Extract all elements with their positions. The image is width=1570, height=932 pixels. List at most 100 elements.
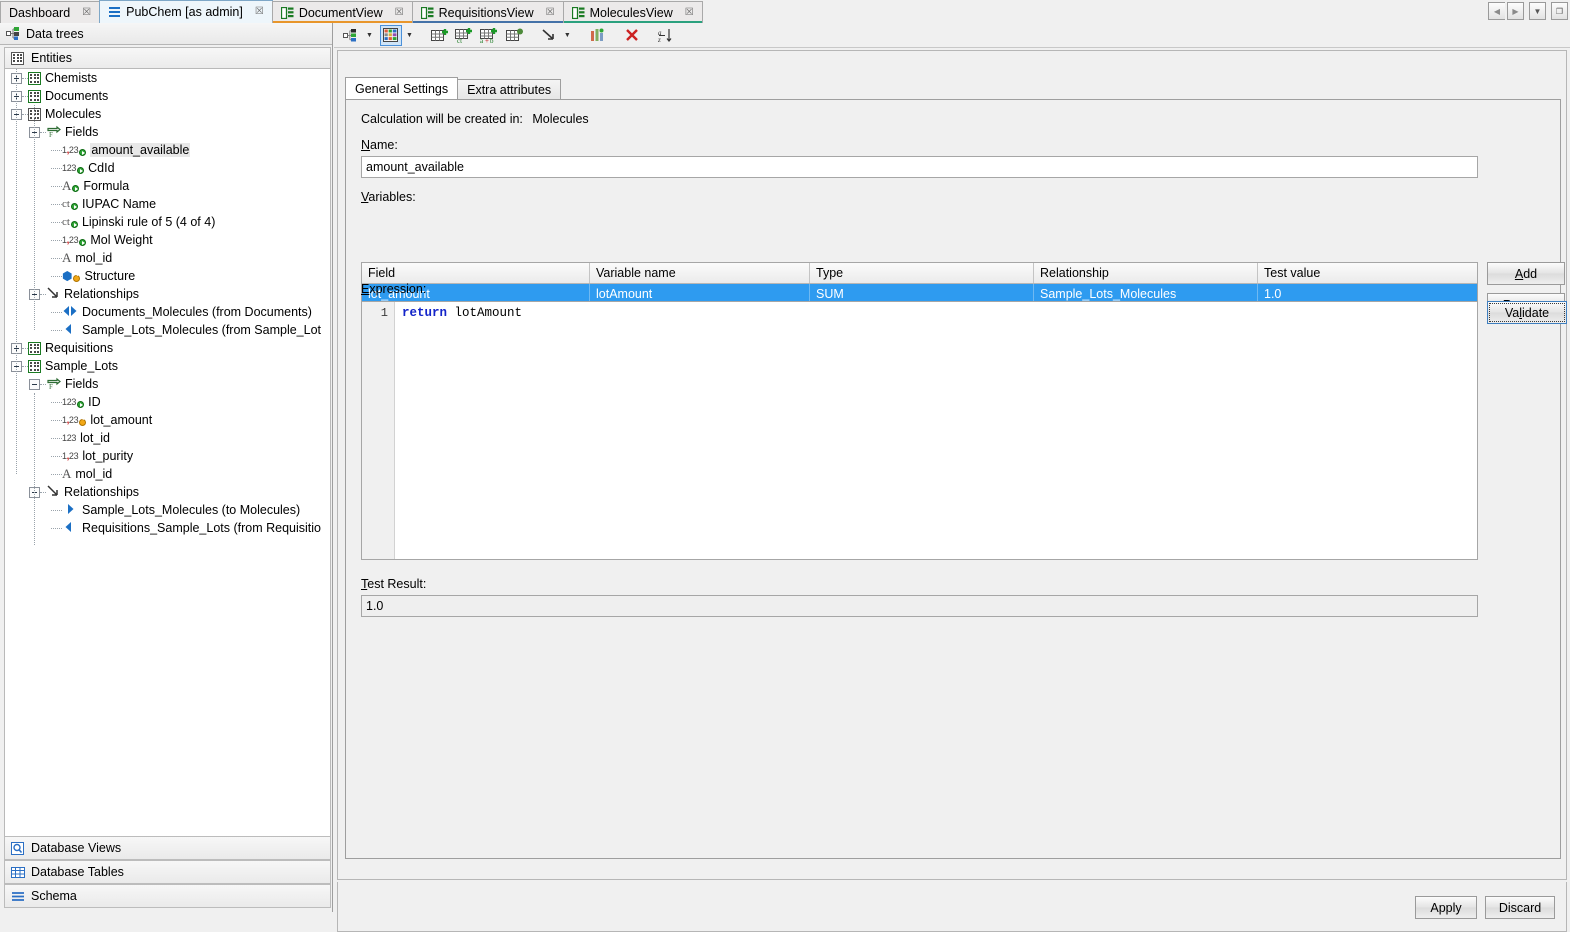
delete-button[interactable]: [621, 25, 643, 46]
column-header-variable-name[interactable]: Variable name: [590, 263, 810, 283]
grid-view-button[interactable]: [380, 25, 402, 46]
expression-rest: lotAmount: [447, 306, 522, 320]
tree-item-fields[interactable]: F Fields: [5, 123, 330, 141]
close-icon[interactable]: ☒: [683, 8, 696, 18]
tree-item-mol-id[interactable]: Amol_id: [5, 249, 330, 267]
field-status-badge: [71, 203, 78, 210]
entities-bar[interactable]: Entities: [4, 47, 331, 69]
window-tab-requisitionsview[interactable]: RequisitionsView☒: [412, 1, 564, 23]
entity-grid-icon: [28, 360, 41, 373]
svg-text:+: +: [485, 37, 489, 43]
tree-item-iupac-name[interactable]: ctIUPAC Name: [5, 195, 330, 213]
relationship-out-icon: [62, 503, 78, 518]
expression-keyword: return: [402, 306, 447, 320]
tree-item-sample-lots-molecules-to-molecules[interactable]: Sample_Lots_Molecules (to Molecules): [5, 501, 330, 519]
text-field-icon: A: [62, 252, 71, 264]
restore-window-button[interactable]: ❐: [1551, 2, 1568, 20]
expression-code[interactable]: return lotAmount: [395, 302, 1477, 559]
tree-item-lot-id[interactable]: 123lot_id: [5, 429, 330, 447]
expression-editor[interactable]: 1 return lotAmount: [361, 301, 1478, 560]
tree-item-formula[interactable]: AFormula: [5, 177, 330, 195]
tree-item-label: lot_amount: [90, 413, 152, 427]
tree-connector: [51, 258, 62, 259]
tree-item-lot-amount[interactable]: 1,23lot_amount: [5, 411, 330, 429]
integer-field-icon: 123: [62, 162, 84, 174]
add-structure-field-button[interactable]: [504, 25, 526, 46]
window-tab-pubchem-as-admin[interactable]: PubChem [as admin]☒: [99, 0, 273, 23]
field-status-badge: [79, 149, 86, 156]
database-tables-button[interactable]: Database Tables: [4, 860, 331, 884]
tree-item-id[interactable]: 123ID: [5, 393, 330, 411]
apply-button[interactable]: Apply: [1415, 896, 1477, 919]
validate-button[interactable]: Validate: [1487, 301, 1567, 324]
variables-label: Variables:: [361, 190, 416, 204]
tab-list-dropdown-button[interactable]: ▼: [1529, 2, 1546, 20]
chevron-down-icon[interactable]: ▼: [406, 32, 413, 39]
relationship-button[interactable]: [538, 25, 560, 46]
tree-item-label: amount_available: [90, 143, 190, 157]
name-label: Name:: [361, 138, 398, 152]
name-input[interactable]: amount_available: [361, 156, 1478, 178]
statistics-button[interactable]: [587, 25, 609, 46]
tree-item-fields[interactable]: FFields: [5, 375, 330, 393]
tree-item-relationships[interactable]: Relationships: [5, 285, 330, 303]
field-status-badge: [77, 167, 84, 174]
tree-item-sample-lots-molecules-from-sample-lot[interactable]: Sample_Lots_Molecules (from Sample_Lot: [5, 321, 330, 339]
add-formula-field-button[interactable]: a+b: [479, 25, 501, 46]
tree-item-documents-molecules-from-documents[interactable]: Documents_Molecules (from Documents): [5, 303, 330, 321]
column-header-field[interactable]: Field: [362, 263, 590, 283]
tab-general-settings[interactable]: General Settings: [345, 77, 458, 100]
database-views-button[interactable]: Database Views: [4, 836, 331, 860]
scroll-tabs-right-button[interactable]: ▶: [1507, 2, 1524, 20]
tree-item-documents[interactable]: Documents: [5, 87, 330, 105]
data-tree-button[interactable]: [340, 25, 362, 46]
integer-field-icon: 123: [62, 162, 76, 174]
field-status-badge: [79, 239, 86, 246]
tree-item-molecules[interactable]: Molecules: [5, 105, 330, 123]
column-header-test-value[interactable]: Test value: [1258, 263, 1477, 283]
tree-item-chemists[interactable]: Chemists: [5, 69, 330, 87]
add-variable-button[interactable]: Add: [1487, 262, 1565, 285]
close-icon[interactable]: ☒: [80, 8, 93, 18]
field-status-badge: [71, 221, 78, 228]
tree-item-sample-lots[interactable]: Sample_Lots: [5, 357, 330, 375]
tree-item-label: Requisitions_Sample_Lots (from Requisiti…: [82, 521, 321, 535]
tree-item-lot-purity[interactable]: 1,23lot_purity: [5, 447, 330, 465]
tree-item-structure[interactable]: ⬢Structure: [5, 267, 330, 285]
tree-item-amount-available[interactable]: 1,23amount_available: [5, 141, 330, 159]
discard-button[interactable]: Discard: [1485, 896, 1555, 919]
schema-button[interactable]: Schema: [4, 884, 331, 908]
column-header-type[interactable]: Type: [810, 263, 1034, 283]
window-tab-documentview[interactable]: DocumentView☒: [272, 1, 413, 23]
tab-extra-attributes[interactable]: Extra attributes: [457, 79, 561, 100]
chevron-down-icon[interactable]: ▼: [366, 32, 373, 39]
tree-expander-minus-icon[interactable]: [29, 379, 40, 390]
scroll-tabs-left-button[interactable]: ◀: [1488, 2, 1505, 20]
tree-item-mol-id[interactable]: Amol_id: [5, 465, 330, 483]
tree-item-label: Fields: [65, 125, 98, 139]
tree-item-mol-weight[interactable]: 1,23Mol Weight: [5, 231, 330, 249]
tree-item-requisitions-sample-lots-from-requisitio[interactable]: Requisitions_Sample_Lots (from Requisiti…: [5, 519, 330, 537]
tree-item-relationships[interactable]: Relationships: [5, 483, 330, 501]
database-tables-label: Database Tables: [31, 865, 124, 879]
relationships-icon: [46, 484, 60, 500]
close-icon[interactable]: ☒: [253, 7, 266, 17]
relationship-out-icon: [62, 503, 78, 518]
close-icon[interactable]: ☒: [393, 8, 406, 18]
chevron-down-icon[interactable]: ▼: [564, 32, 571, 39]
close-icon[interactable]: ☒: [544, 8, 557, 18]
svg-text:b: b: [490, 37, 494, 43]
add-field-button[interactable]: [429, 25, 451, 46]
add-calculated-text-field-button[interactable]: ct: [454, 25, 476, 46]
window-tab-moleculesview[interactable]: MoleculesView☒: [563, 1, 703, 23]
tree-item-lipinski-rule-of-5-4-of-4[interactable]: ctLipinski rule of 5 (4 of 4): [5, 213, 330, 231]
sort-button[interactable]: az: [655, 25, 677, 46]
tree-item-cdid[interactable]: 123CdId: [5, 159, 330, 177]
text-field-icon: A: [62, 180, 79, 192]
fields-icon: F: [46, 125, 61, 140]
svg-text:F: F: [49, 131, 53, 138]
window-tab-dashboard[interactable]: Dashboard☒: [0, 1, 100, 23]
tree-item-requisitions[interactable]: Requisitions: [5, 339, 330, 357]
entity-tree[interactable]: ChemistsDocumentsMolecules F Fields 1,23amo…: [4, 69, 331, 837]
column-header-relationship[interactable]: Relationship: [1034, 263, 1258, 283]
